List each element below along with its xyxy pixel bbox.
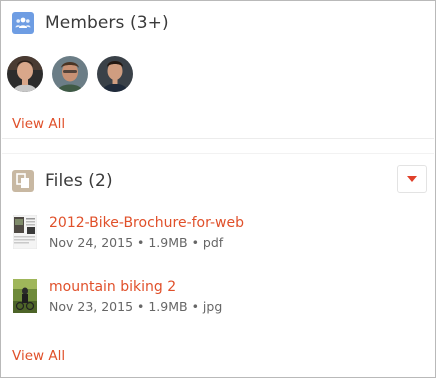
section-divider-inner <box>2 153 434 154</box>
member-avatar-3[interactable] <box>97 56 133 92</box>
pdf-thumbnail <box>13 215 37 249</box>
members-view-all-link[interactable]: View All <box>12 116 65 132</box>
files-view-all-link[interactable]: View All <box>12 348 65 364</box>
file-item[interactable]: 2012-Bike-Brochure-for-web Nov 24, 2015 … <box>13 215 244 250</box>
member-avatars <box>7 56 142 92</box>
members-header: Members (3+) <box>12 12 169 34</box>
file-item[interactable]: mountain biking 2 Nov 23, 2015 • 1.9MB •… <box>13 279 222 314</box>
files-header: Files (2) <box>12 170 113 192</box>
file-meta: Nov 24, 2015 • 1.9MB • pdf <box>49 235 224 250</box>
files-dropdown-button[interactable] <box>397 165 427 193</box>
member-avatar-2[interactable] <box>52 56 88 92</box>
files-title: Files (2) <box>45 171 113 191</box>
files-icon <box>12 170 34 192</box>
image-thumbnail <box>13 279 37 313</box>
chevron-down-icon <box>407 176 417 182</box>
file-meta: Nov 23, 2015 • 1.9MB • jpg <box>49 299 223 314</box>
member-avatar-1[interactable] <box>7 56 43 92</box>
file-name-link[interactable]: mountain biking 2 <box>49 279 222 295</box>
file-name-link[interactable]: 2012-Bike-Brochure-for-web <box>49 215 244 231</box>
section-divider <box>2 138 434 139</box>
group-sidebar-panel: Members (3+) View All Files (2) 2012-Bik… <box>0 0 436 378</box>
group-icon <box>12 12 34 34</box>
members-title: Members (3+) <box>45 13 169 33</box>
